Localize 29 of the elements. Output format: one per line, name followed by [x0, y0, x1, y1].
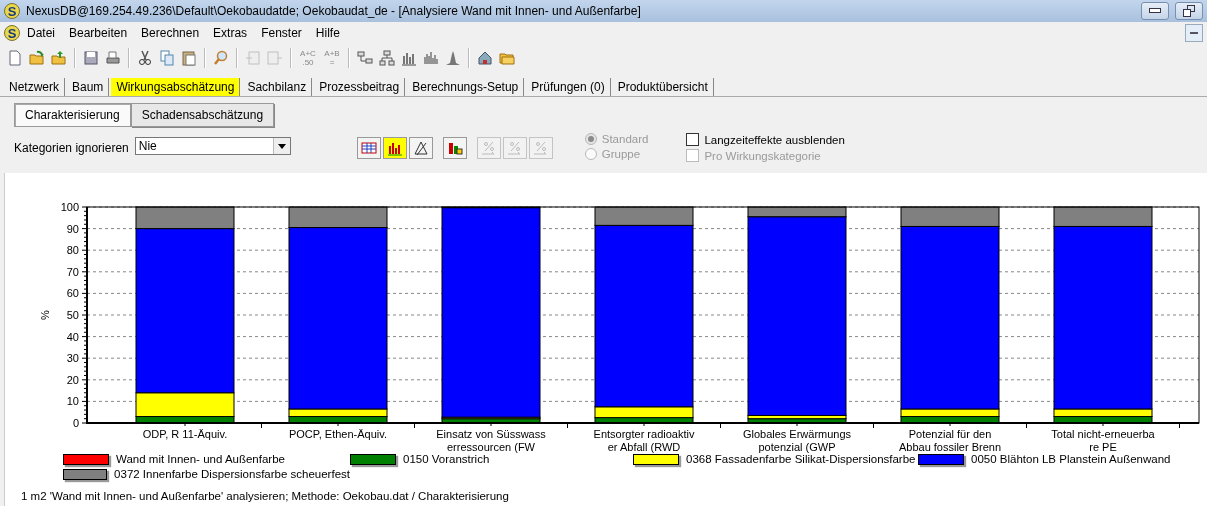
tick-label: 20: [66, 373, 79, 386]
axis-title: %: [39, 310, 51, 320]
tick-label: 80: [66, 244, 79, 257]
tick-label: 30: [66, 352, 79, 365]
legend-label: 0150 Voranstrich: [403, 453, 490, 465]
legend-label: 0368 Fassadenfarbe Silikat-Dispersionsfarbe: [686, 453, 916, 465]
category-label: Potenzial für den Abbau fossiler Brenn: [898, 428, 1002, 453]
app-logo: S: [4, 3, 20, 19]
category-label: POCP, Ethen-Äquiv.: [289, 428, 387, 440]
app-logo: S: [4, 25, 20, 41]
tick-label: 0: [72, 417, 79, 429]
window-title: NexusDB@169.254.49.236\Default\Oekobaudatde; Oekobaudat_de - [Analysiere Wand mit Innen- und Außenfarbe]: [26, 4, 642, 18]
tick-label: 40: [66, 330, 79, 343]
category-label: Einsatz von Süsswass erressourcen (FW: [436, 428, 546, 453]
legend-label: 0372 Innenfarbe Dispersionsfarbe scheuerfest: [114, 468, 350, 480]
tick-label: 100: [60, 201, 79, 213]
tick-label: 50: [66, 309, 79, 321]
tick-label: 60: [66, 287, 79, 300]
category-label: Total nicht-erneuerba re PE: [1051, 428, 1155, 453]
legend-label: Wand mit Innen- und Außenfarbe: [116, 453, 285, 465]
category-label: ODP, R 11-Äquiv.: [142, 428, 228, 440]
tick-label: 90: [66, 222, 79, 235]
status-text: 1 m2 'Wand mit Innen- und Außenfarbe' analysieren; Methode: Oekobau.dat / Charakterisierung: [20, 489, 510, 502]
tick-label: 70: [66, 265, 79, 278]
legend-label: 0050 Blähton LB Planstein Außenwand: [971, 453, 1171, 465]
tick-label: 10: [66, 395, 79, 408]
category-label: Globales Erwärmungs potenzial (GWP: [742, 428, 852, 453]
field-label: Kategorien ignorieren: [14, 141, 129, 155]
category-label: Entsorgter radioaktiv er Abfall (RWD: [593, 428, 695, 453]
